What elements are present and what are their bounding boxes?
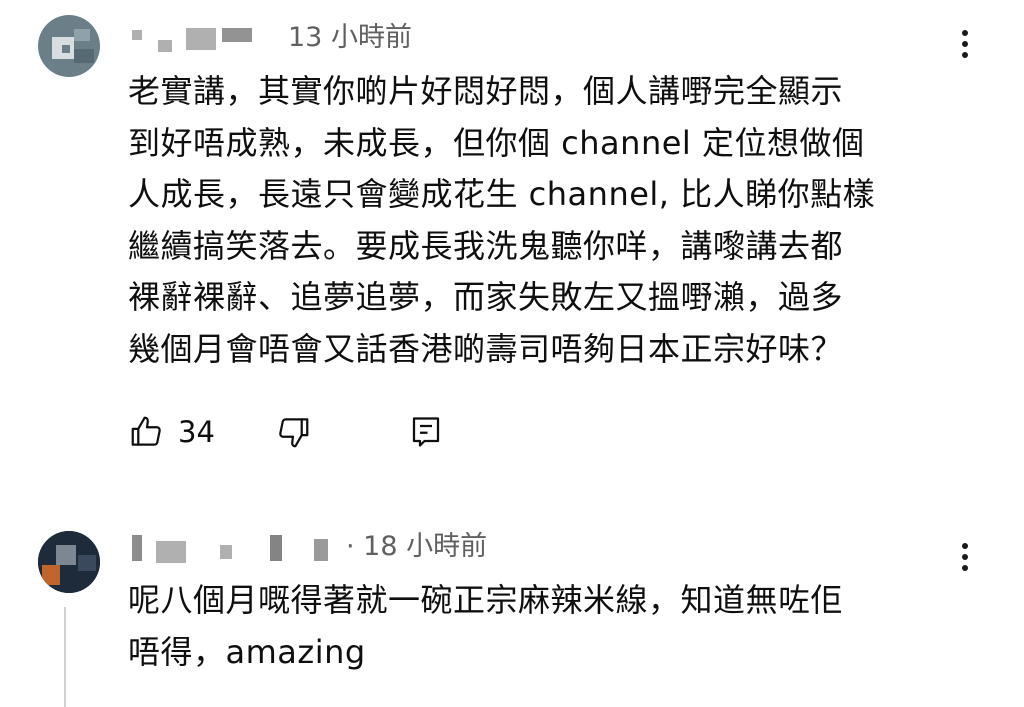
- dislike-button[interactable]: [274, 410, 312, 454]
- thumbs-up-icon: [128, 413, 166, 451]
- avatar[interactable]: [38, 15, 100, 77]
- comment-line: 繼續搞笑落去。要成長我洗鬼聽你咩，講嚟講去都: [128, 226, 844, 265]
- more-vert-icon[interactable]: [960, 543, 970, 577]
- more-vert-icon[interactable]: [960, 30, 970, 64]
- comment-line: 到好唔成熟，未成長，但你個 channel 定位想做個: [128, 123, 865, 162]
- comment-card: 13 小時前 老實講，其實你啲片好悶好悶，個人講嘢完全顯示 到好唔成熟，未成長，…: [0, 0, 1024, 480]
- comment-line: 人成長，長遠只會變成花生 channel, 比人睇你點樣: [128, 175, 876, 213]
- comment-icon: [408, 413, 444, 451]
- comment-text: 老實講，其實你啲片好悶好悶，個人講嘢完全顯示 到好唔成熟，未成長，但你個 cha…: [128, 66, 958, 375]
- comment-line: 呢八個月嘅得著就一碗正宗麻辣米線，知道無咗佢: [128, 581, 844, 619]
- like-count: 34: [178, 415, 215, 449]
- comment-line: 唔得，amazing: [128, 632, 366, 671]
- comment-actions: 34: [128, 410, 528, 458]
- thread-line: [64, 607, 66, 707]
- comment-text: 呢八個月嘅得著就一碗正宗麻辣米線，知道無咗佢 唔得，amazing: [128, 575, 958, 678]
- thumbs-down-icon: [274, 413, 312, 451]
- comment-timestamp: · 18 小時前: [346, 531, 488, 562]
- comment-line: 老實講，其實你啲片好悶好悶，個人講嘢完全顯示: [128, 72, 844, 110]
- author-name-redacted[interactable]: [128, 20, 268, 56]
- reply-button[interactable]: [408, 410, 444, 454]
- comment-timestamp: 13 小時前: [288, 22, 412, 53]
- avatar[interactable]: [38, 531, 100, 593]
- like-button[interactable]: 34: [128, 410, 215, 454]
- comment-line: 幾個月會唔會又話香港啲壽司唔夠日本正宗好味？: [128, 329, 844, 368]
- comment-card: · 18 小時前 呢八個月嘅得著就一碗正宗麻辣米線，知道無咗佢 唔得，amazi…: [0, 515, 1024, 707]
- author-name-redacted[interactable]: [128, 535, 338, 571]
- comment-line: 裸辭裸辭、追夢追夢，而家失敗左又搵嘢瀨，過多: [128, 278, 844, 316]
